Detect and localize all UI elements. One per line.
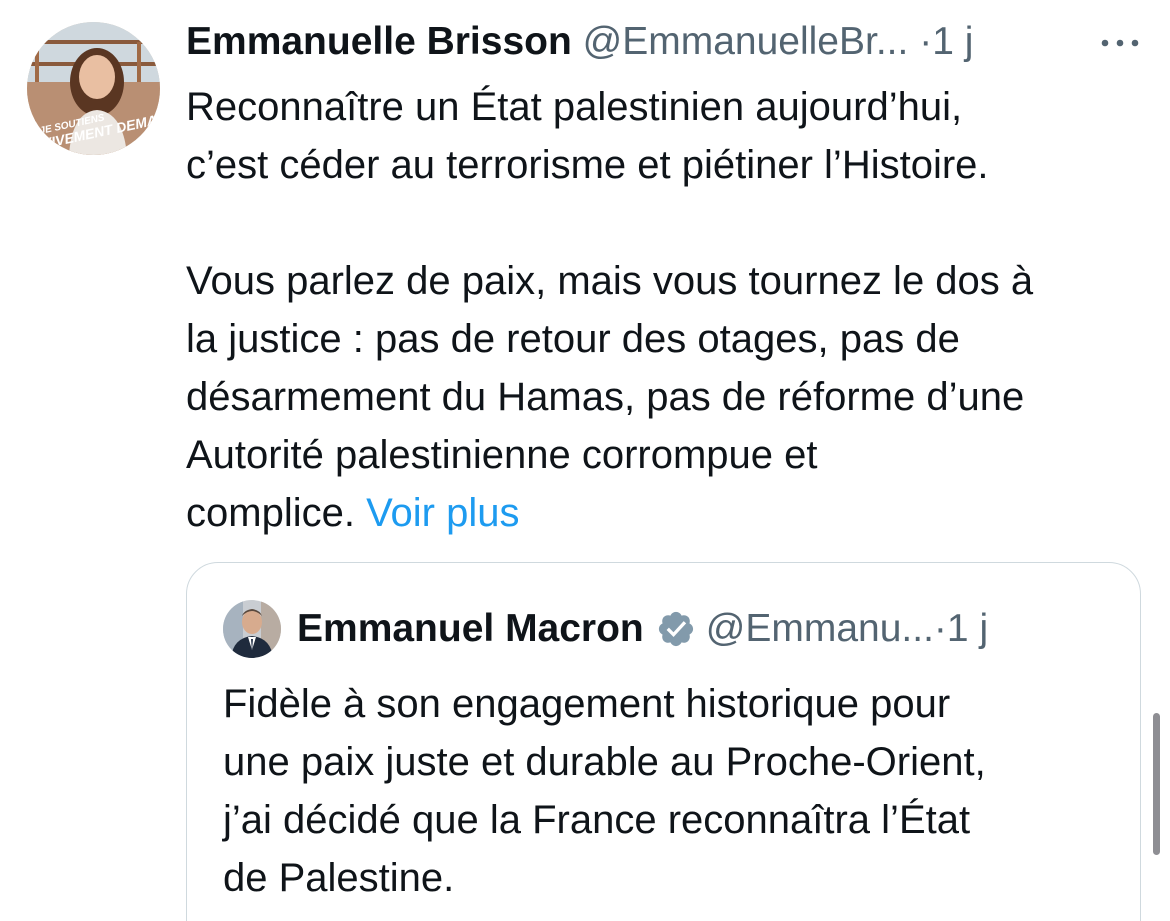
quoted-line: de Palestine. <box>223 856 455 900</box>
tweet-header: Emmanuelle Brisson @EmmanuelleBr... ·1 j <box>186 18 1146 66</box>
author-avatar[interactable]: JE SOUTIENS VIVEMENT DEMAIN ! <box>27 22 160 155</box>
author-handle[interactable]: @EmmanuelleBr... <box>583 20 909 63</box>
tweet-body: Emmanuelle Brisson @EmmanuelleBr... ·1 j… <box>186 18 1146 542</box>
tweet-line: Vous parlez de paix, mais vous tournez l… <box>186 259 1034 303</box>
quoted-author-handle[interactable]: @Emmanu... <box>706 599 934 659</box>
tweet-line: Autorité palestinienne corrompue et <box>186 433 818 477</box>
quoted-tweet-text: Fidèle à son engagement historique pour … <box>223 675 1103 907</box>
quoted-tweet-header: Emmanuel Macron @Emmanu... · 1 j <box>223 599 988 659</box>
author-name[interactable]: Emmanuelle Brisson <box>186 20 572 63</box>
quoted-tweet-card[interactable]: Emmanuel Macron @Emmanu... · 1 j Fidèle à… <box>186 562 1141 921</box>
tweet-line: la justice : pas de retour des otages, p… <box>186 317 960 361</box>
more-options-icon[interactable] <box>1096 18 1146 66</box>
author-avatar-image: JE SOUTIENS VIVEMENT DEMAIN ! <box>27 22 160 155</box>
tweet[interactable]: JE SOUTIENS VIVEMENT DEMAIN ! Emmanuelle… <box>0 0 1170 921</box>
quoted-line: Fidèle à son engagement historique pour <box>223 682 951 726</box>
header-separator: · <box>919 20 933 63</box>
tweet-text: Reconnaître un État palestinien aujourd’… <box>186 78 1146 542</box>
tweet-line: complice. <box>186 491 355 535</box>
tweet-timestamp[interactable]: 1 j <box>932 20 973 63</box>
verified-badge-icon <box>658 611 693 647</box>
quoted-line: j’ai décidé que la France reconnaîtra l’… <box>223 798 971 842</box>
scrollbar-thumb[interactable] <box>1153 713 1160 855</box>
quoted-line: une paix juste et durable au Proche-Orie… <box>223 740 986 784</box>
quoted-tweet-timestamp[interactable]: 1 j <box>947 599 988 659</box>
quoted-author-name[interactable]: Emmanuel Macron <box>297 599 644 659</box>
quoted-header-separator: · <box>933 607 947 650</box>
tweet-line: désarmement du Hamas, pas de réforme d’u… <box>186 375 1025 419</box>
tweet-paragraph: Reconnaître un État palestinien aujourd’… <box>186 78 1146 194</box>
show-more-link[interactable]: Voir plus <box>366 491 519 535</box>
tweet-line: Reconnaître un État palestinien aujourd’… <box>186 85 963 129</box>
tweet-paragraph: Vous parlez de paix, mais vous tournez l… <box>186 252 1146 542</box>
quoted-author-avatar[interactable] <box>223 600 281 658</box>
tweet-line: c’est céder au terrorisme et piétiner l’… <box>186 143 989 187</box>
